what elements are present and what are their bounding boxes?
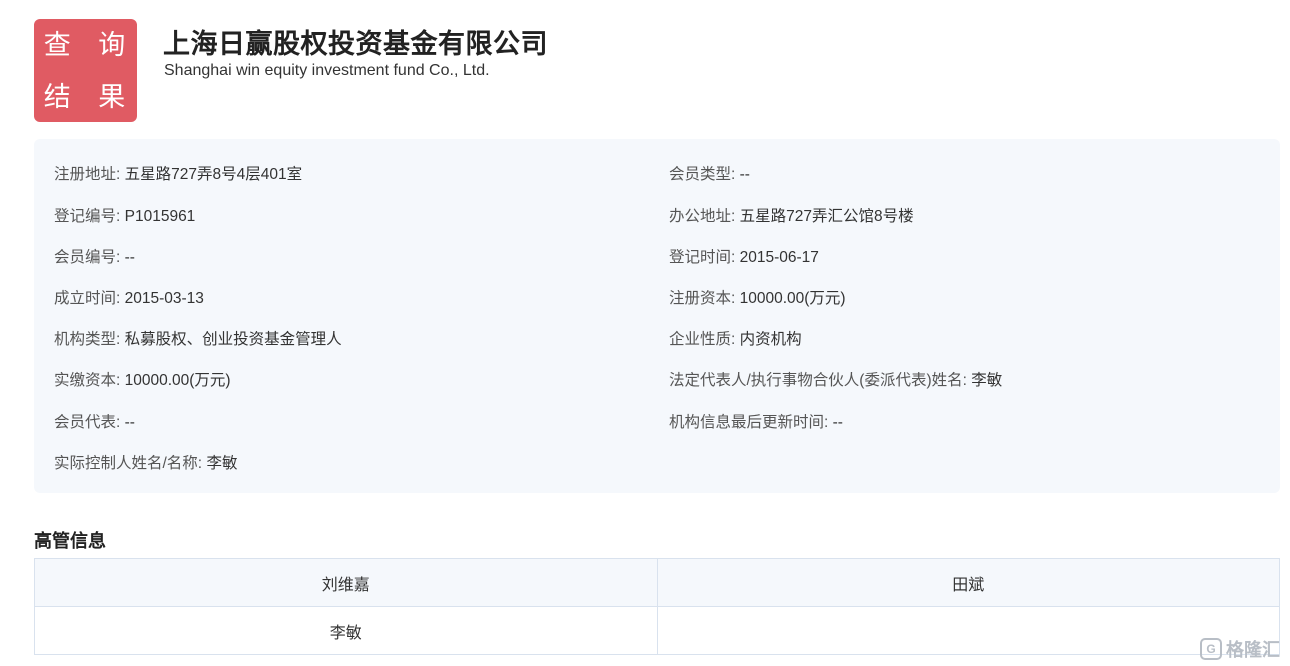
info-value: 内资机构 (739, 331, 802, 348)
info-legal-representative: 法定代表人/执行事物合伙人(委派代表)姓名: 李敏 (669, 368, 1002, 390)
badge-line-2: 结 果 (43, 81, 136, 112)
info-label: 法定代表人/执行事物合伙人(委派代表)姓名: (669, 372, 967, 389)
info-label: 成立时间: (54, 290, 121, 307)
table-cell: 刘维嘉 (34, 558, 658, 607)
info-value: 李敏 (206, 455, 238, 472)
query-result-badge: 查 询 结 果 (34, 19, 137, 122)
info-registration-number: 登记编号: P1015961 (54, 204, 195, 226)
logo-icon: G (1200, 638, 1222, 660)
info-office-address: 办公地址: 五星路727弄汇公馆8号楼 (669, 204, 914, 226)
info-value: 五星路727弄8号4层401室 (124, 166, 303, 183)
info-label: 企业性质: (669, 331, 736, 348)
info-label: 会员类型: (669, 166, 736, 183)
table-cell: 田斌 (656, 558, 1280, 607)
info-value: 2015-03-13 (124, 290, 204, 307)
info-value: 2015-06-17 (739, 249, 819, 266)
info-label: 会员编号: (54, 249, 121, 266)
company-info-panel: 注册地址: 五星路727弄8号4层401室 登记编号: P1015961 会员编… (34, 139, 1280, 493)
table-row: 李敏 (34, 606, 1280, 655)
info-registered-capital: 注册资本: 10000.00(万元) (669, 286, 846, 308)
info-label: 实际控制人姓名/名称: (54, 455, 203, 472)
info-paid-in-capital: 实缴资本: 10000.00(万元) (54, 368, 231, 390)
info-label: 登记时间: (669, 249, 736, 266)
table-cell: 李敏 (34, 606, 658, 655)
info-actual-controller: 实际控制人姓名/名称: 李敏 (54, 451, 237, 473)
info-label: 办公地址: (669, 208, 736, 225)
info-member-number: 会员编号: -- (54, 245, 135, 267)
info-label: 会员代表: (54, 414, 121, 431)
table-row: 刘维嘉 田斌 (34, 558, 1280, 607)
info-label: 登记编号: (54, 208, 121, 225)
info-institution-type: 机构类型: 私募股权、创业投资基金管理人 (54, 327, 342, 349)
management-section-title: 高管信息 (34, 531, 106, 551)
info-value: -- (739, 166, 750, 183)
page: 查 询 结 果 上海日赢股权投资基金有限公司 Shanghai win equi… (0, 0, 1290, 666)
info-established-date: 成立时间: 2015-03-13 (54, 286, 204, 308)
info-last-updated: 机构信息最后更新时间: -- (669, 410, 843, 432)
watermark-text: 格隆汇 (1226, 640, 1280, 660)
info-value: 10000.00(万元) (124, 372, 231, 389)
badge-line-1: 查 询 (43, 29, 136, 60)
info-value: 李敏 (971, 372, 1003, 389)
info-value: 10000.00(万元) (739, 290, 846, 307)
company-name-cn: 上海日赢股权投资基金有限公司 (163, 29, 548, 59)
watermark: G 格隆汇 (1200, 636, 1280, 662)
management-table: 刘维嘉 田斌 李敏 (34, 558, 1280, 655)
info-registered-address: 注册地址: 五星路727弄8号4层401室 (54, 162, 302, 184)
table-cell (656, 606, 1280, 655)
info-label: 机构信息最后更新时间: (669, 414, 829, 431)
info-value: -- (832, 414, 843, 431)
info-value: 五星路727弄汇公馆8号楼 (739, 208, 914, 225)
info-value: 私募股权、创业投资基金管理人 (124, 331, 342, 348)
info-label: 实缴资本: (54, 372, 121, 389)
info-member-representative: 会员代表: -- (54, 410, 135, 432)
info-label: 注册地址: (54, 166, 121, 183)
info-enterprise-nature: 企业性质: 内资机构 (669, 327, 802, 349)
info-value: P1015961 (124, 208, 196, 225)
info-member-type: 会员类型: -- (669, 162, 750, 184)
info-value: -- (124, 249, 135, 266)
info-registration-date: 登记时间: 2015-06-17 (669, 245, 819, 267)
info-value: -- (124, 414, 135, 431)
info-label: 注册资本: (669, 290, 736, 307)
info-label: 机构类型: (54, 331, 121, 348)
company-name-en: Shanghai win equity investment fund Co.,… (164, 62, 490, 79)
